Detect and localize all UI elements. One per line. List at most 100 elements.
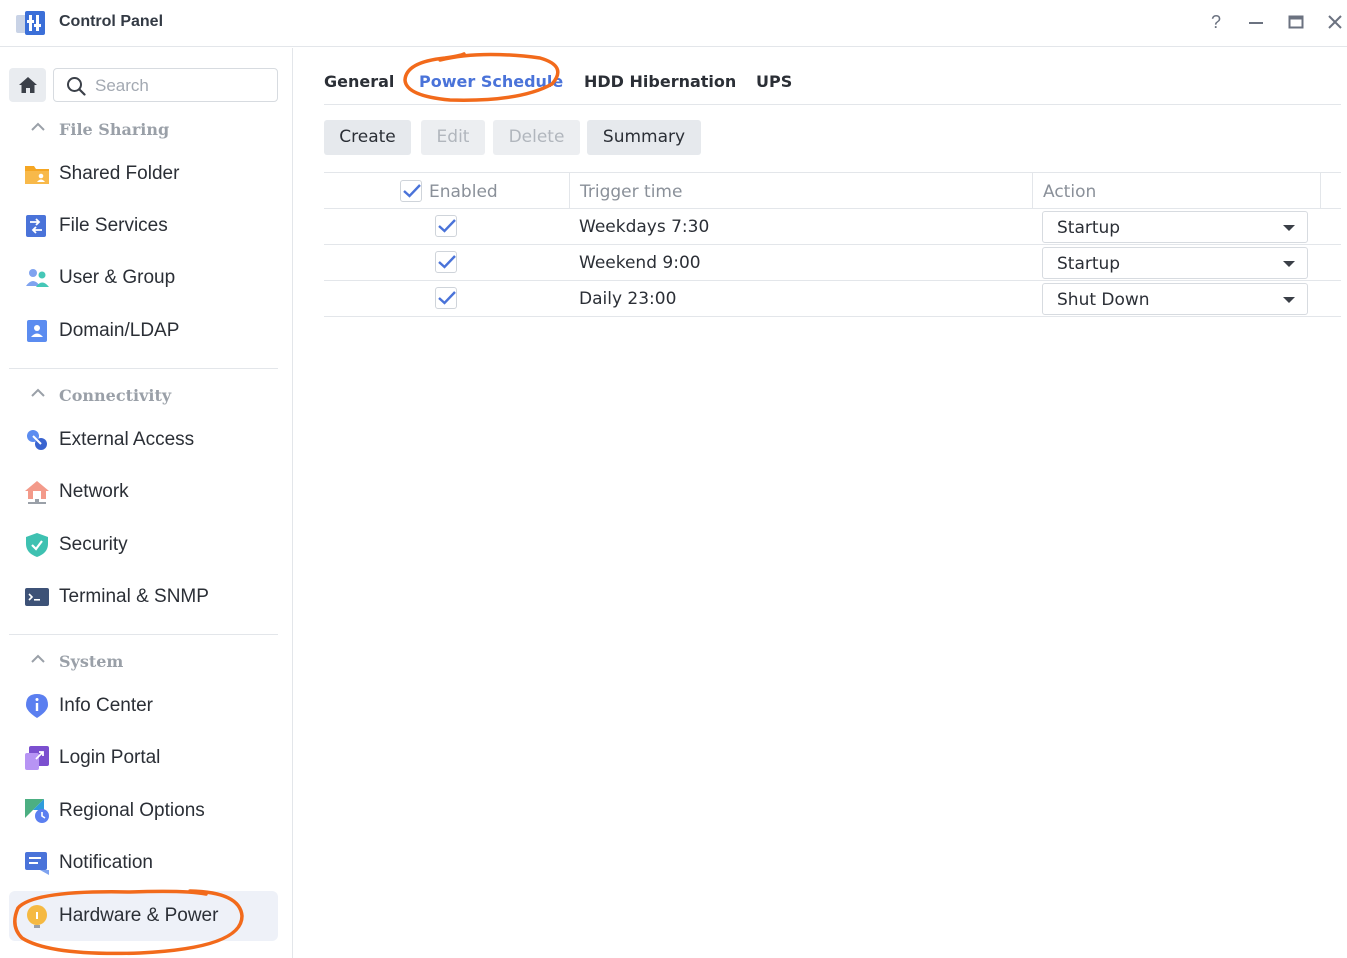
action-select[interactable]: Startup bbox=[1042, 247, 1308, 279]
tab-ups[interactable]: UPS bbox=[756, 72, 792, 91]
window-title: Control Panel bbox=[59, 13, 164, 30]
sidebar-item-regional-options[interactable]: Regional Options bbox=[9, 786, 278, 836]
sidebar-item-terminal-snmp[interactable]: Terminal & SNMP bbox=[9, 572, 278, 622]
caret-down-icon bbox=[1283, 261, 1295, 267]
sidebar-item-label: External Access bbox=[59, 429, 195, 450]
main-panel: General Power Schedule HDD Hibernation U… bbox=[294, 48, 1347, 958]
tab-hdd-hibernation[interactable]: HDD Hibernation bbox=[584, 72, 736, 91]
sidebar-item-label: Regional Options bbox=[59, 800, 205, 821]
select-all-checkbox[interactable] bbox=[400, 180, 422, 202]
sidebar-item-hardware-power[interactable]: Hardware & Power bbox=[9, 891, 278, 941]
login-portal-icon bbox=[25, 746, 49, 770]
create-button[interactable]: Create bbox=[324, 120, 411, 155]
edit-button[interactable]: Edit bbox=[421, 120, 485, 155]
action-select-value: Startup bbox=[1057, 254, 1121, 274]
sidebar-item-shared-folder[interactable]: Shared Folder bbox=[9, 149, 278, 199]
checkmark-icon bbox=[403, 184, 421, 198]
section-header-connectivity[interactable]: Connectivity bbox=[0, 380, 293, 410]
trigger-time-cell: Weekdays 7:30 bbox=[579, 217, 710, 237]
summary-button[interactable]: Summary bbox=[587, 120, 701, 155]
sidebar-item-label: Terminal & SNMP bbox=[59, 586, 209, 607]
caret-down-icon bbox=[1283, 297, 1295, 303]
column-separator bbox=[1320, 173, 1321, 209]
action-select[interactable]: Shut Down bbox=[1042, 283, 1308, 315]
file-services-icon bbox=[26, 215, 46, 237]
help-button[interactable]: ? bbox=[1204, 10, 1228, 34]
header-trigger-time: Trigger time bbox=[580, 182, 683, 202]
sidebar-item-user-group[interactable]: User & Group bbox=[9, 253, 278, 303]
section-header-system[interactable]: System bbox=[0, 646, 293, 676]
close-icon bbox=[1328, 15, 1342, 29]
sidebar-item-notification[interactable]: Notification bbox=[9, 838, 278, 888]
shared-folder-icon bbox=[25, 166, 49, 184]
user-group-icon bbox=[26, 269, 49, 287]
title-bar: Control Panel ? bbox=[0, 0, 1347, 47]
caret-down-icon bbox=[1283, 225, 1295, 231]
table-row[interactable]: Daily 23:00 Shut Down bbox=[324, 281, 1341, 317]
sidebar-item-info-center[interactable]: Info Center bbox=[9, 681, 278, 731]
checkmark-icon bbox=[438, 219, 456, 233]
section-header-file-sharing[interactable]: File Sharing bbox=[0, 114, 293, 144]
column-separator bbox=[1032, 173, 1033, 209]
header-enabled: Enabled bbox=[429, 182, 498, 202]
table-header: Enabled Trigger time Action bbox=[324, 172, 1341, 209]
tab-bar: General Power Schedule HDD Hibernation U… bbox=[324, 48, 1341, 105]
search-field[interactable] bbox=[53, 68, 278, 102]
sidebar-item-label: Network bbox=[59, 481, 129, 502]
chevron-up-icon bbox=[31, 388, 45, 397]
terminal-icon bbox=[25, 588, 49, 606]
section-title: Connectivity bbox=[59, 386, 172, 405]
table-row[interactable]: Weekend 9:00 Startup bbox=[324, 245, 1341, 281]
row-enabled-checkbox[interactable] bbox=[435, 215, 457, 237]
search-input[interactable] bbox=[95, 75, 265, 97]
sidebar-item-label: File Services bbox=[59, 215, 168, 236]
help-icon: ? bbox=[1210, 12, 1221, 32]
sidebar-item-label: Login Portal bbox=[59, 747, 161, 768]
sidebar-item-external-access[interactable]: External Access bbox=[9, 415, 278, 465]
tab-power-schedule[interactable]: Power Schedule bbox=[419, 72, 563, 91]
sidebar-item-label: Hardware & Power bbox=[59, 905, 219, 926]
security-icon bbox=[26, 533, 48, 557]
sidebar-item-security[interactable]: Security bbox=[9, 520, 278, 570]
sidebar-item-label: Notification bbox=[59, 852, 153, 873]
table-row[interactable]: Weekdays 7:30 Startup bbox=[324, 209, 1341, 245]
sidebar-item-label: Security bbox=[59, 534, 128, 555]
sidebar-item-label: User & Group bbox=[59, 267, 176, 288]
row-enabled-checkbox[interactable] bbox=[435, 287, 457, 309]
network-icon bbox=[25, 481, 49, 504]
action-select[interactable]: Startup bbox=[1042, 211, 1308, 243]
chevron-up-icon bbox=[31, 654, 45, 663]
info-center-icon bbox=[26, 694, 48, 718]
maximize-button[interactable] bbox=[1284, 10, 1308, 34]
regional-options-icon bbox=[25, 799, 49, 823]
action-select-value: Startup bbox=[1057, 218, 1121, 238]
checkmark-icon bbox=[438, 255, 456, 269]
home-button[interactable] bbox=[9, 68, 46, 102]
header-action: Action bbox=[1043, 182, 1097, 202]
control-panel-app-icon bbox=[16, 11, 45, 35]
sidebar-item-login-portal[interactable]: Login Portal bbox=[9, 733, 278, 783]
minimize-button[interactable] bbox=[1244, 10, 1268, 34]
row-enabled-checkbox[interactable] bbox=[435, 251, 457, 273]
trigger-time-cell: Daily 23:00 bbox=[579, 289, 677, 309]
domain-ldap-icon bbox=[27, 320, 47, 342]
sidebar-item-file-services[interactable]: File Services bbox=[9, 201, 278, 251]
sidebar-item-label: Shared Folder bbox=[59, 163, 180, 184]
sidebar-item-label: Domain/LDAP bbox=[59, 320, 180, 341]
minimize-icon bbox=[1249, 22, 1263, 24]
sidebar-item-label: Info Center bbox=[59, 695, 153, 716]
hardware-power-icon bbox=[27, 905, 47, 928]
tab-general[interactable]: General bbox=[324, 72, 394, 91]
home-icon bbox=[19, 77, 37, 93]
sidebar-item-domain-ldap[interactable]: Domain/LDAP bbox=[9, 306, 278, 356]
delete-button[interactable]: Delete bbox=[493, 120, 580, 155]
section-title: File Sharing bbox=[59, 120, 170, 139]
sidebar: File Sharing Shared Folder File Services… bbox=[0, 48, 293, 958]
action-select-value: Shut Down bbox=[1057, 290, 1150, 310]
notification-icon bbox=[25, 852, 49, 875]
close-button[interactable] bbox=[1323, 10, 1347, 34]
sidebar-item-network[interactable]: Network bbox=[9, 467, 278, 517]
chevron-up-icon bbox=[31, 122, 45, 131]
sidebar-divider bbox=[9, 368, 278, 369]
sidebar-divider bbox=[9, 634, 278, 635]
